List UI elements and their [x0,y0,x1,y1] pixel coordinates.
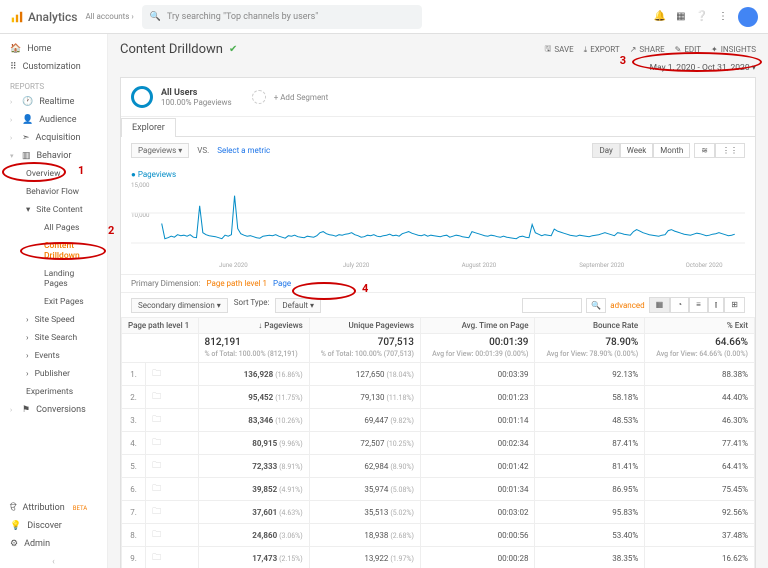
timeseries-chart: 15,000 10,000 June 2020 July 2020 August… [131,179,745,269]
view-comparison-icon[interactable]: ⫾ [708,297,725,313]
more-icon[interactable]: ⋮ [718,11,728,22]
view-percent-icon[interactable]: ◔ [670,297,689,313]
table-row[interactable]: 2.🗀 95,452 (11.75%) 79,130 (11.18%) 00:0… [122,386,755,409]
nav-audience[interactable]: ›👤 Audience [0,111,107,129]
nav-customization[interactable]: ⠿ Customization [0,58,107,76]
brand-text: Analytics [28,10,77,24]
col-unique-pv[interactable]: Unique Pageviews [309,318,420,334]
nav-conversions[interactable]: ›⚑ Conversions [0,401,107,419]
col-exit[interactable]: % Exit [645,318,755,334]
svg-text:15,000: 15,000 [131,182,150,189]
search-placeholder: Try searching "Top channels by users" [167,12,318,22]
col-pageviews[interactable]: ↓ Pageviews [198,318,309,334]
secondary-dimension[interactable]: Secondary dimension ▾ [131,298,228,313]
view-table-icon[interactable]: ▦ [649,297,671,313]
nav-site-search[interactable]: › Site Search [0,329,107,347]
save-button[interactable]: 🖫 SAVE [545,43,574,57]
export-button[interactable]: ⤓ EXPORT [584,45,620,55]
tab-explorer[interactable]: Explorer [121,118,176,137]
table-search-input[interactable] [522,298,582,313]
nav-all-pages[interactable]: All Pages [0,219,107,237]
nav-behavior[interactable]: ▾▥ Behavior [0,147,107,165]
col-bounce[interactable]: Bounce Rate [535,318,645,334]
view-performance-icon[interactable]: ≡ [689,297,708,313]
segment-all-users[interactable]: All Users100.00% Pageviews [131,86,232,108]
view-pivot-icon[interactable]: ⊞ [724,297,745,313]
nav-overview[interactable]: Overview [0,165,107,183]
nav-exit-pages[interactable]: Exit Pages [0,293,107,311]
analytics-icon [10,10,24,24]
edit-button[interactable]: ✎ EDIT [675,45,701,54]
avatar[interactable] [738,7,758,27]
reports-label: Reports [0,76,107,93]
nav-events[interactable]: › Events [0,347,107,365]
table-row[interactable]: 9.🗀 17,473 (2.15%) 13,922 (1.97%) 00:00:… [122,547,755,568]
select-metric[interactable]: Select a metric [217,146,270,155]
collapse-sidebar[interactable]: ‹ [0,553,107,568]
nav-landing-pages[interactable]: Landing Pages [0,265,107,293]
apps-icon[interactable]: ▦ [676,11,685,22]
saved-icon: ✔ [229,44,237,55]
table-row[interactable]: 4.🗀 80,915 (9.96%) 72,507 (10.25%) 00:02… [122,432,755,455]
date-range-picker[interactable]: May 1, 2020 - Oct 31, 2020 ▾ [120,63,756,73]
granularity-day[interactable]: Day [592,143,619,158]
nav-realtime[interactable]: ›🕐 Realtime [0,93,107,111]
page-title: Content Drilldown ✔ [120,42,237,57]
help-icon[interactable]: ❔ [696,11,708,22]
data-table: Page path level 1 ↓ Pageviews Unique Pag… [121,317,755,568]
table-row[interactable]: 5.🗀 72,333 (8.91%) 62,984 (8.90%) 00:01:… [122,455,755,478]
svg-text:July 2020: July 2020 [343,262,370,269]
bell-icon[interactable]: 🔔 [654,11,666,22]
segment-circle-icon [131,86,153,108]
advanced-link[interactable]: advanced [610,301,644,310]
analytics-logo[interactable]: Analytics [10,10,77,24]
granularity-month[interactable]: Month [653,143,690,158]
nav-behavior-flow[interactable]: Behavior Flow [0,183,107,201]
add-segment-button[interactable]: + Add Segment [252,90,329,104]
insights-button[interactable]: ✦ INSIGHTS [711,45,756,54]
nav-experiments[interactable]: Experiments [0,383,107,401]
table-row[interactable]: 1.🗀 136,928 (16.86%) 127,650 (18.04%) 00… [122,363,755,386]
sort-type[interactable]: Default ▾ [275,298,321,313]
svg-text:September 2020: September 2020 [579,262,625,269]
nav-publisher[interactable]: › Publisher [0,365,107,383]
search-icon: 🔍 [150,12,161,22]
search-go-button[interactable]: 🔍 [586,298,606,313]
add-circle-icon [252,90,266,104]
table-row[interactable]: 6.🗀 39,852 (4.91%) 35,974 (5.08%) 00:01:… [122,478,755,501]
share-button[interactable]: ↗ SHARE [630,45,665,54]
chart-metric-label: ● Pageviews [131,170,745,179]
col-avg-time[interactable]: Avg. Time on Page [420,318,535,334]
granularity-buttons: Day Week Month [592,143,690,158]
nav-discover[interactable]: 💡 Discover [0,517,107,535]
svg-text:June 2020: June 2020 [219,262,248,269]
nav-site-speed[interactable]: › Site Speed [0,311,107,329]
metric-select[interactable]: Pageviews ▾ [131,143,189,158]
nav-acquisition[interactable]: ›➣ Acquisition [0,129,107,147]
nav-attribution[interactable]: ੳ AttributionBETA [0,499,107,517]
nav-home[interactable]: 🏠 Home [0,40,107,58]
dim-page-path[interactable]: Page path level 1 [206,279,267,288]
search-input[interactable]: 🔍 Try searching "Top channels by users" [142,5,422,29]
dim-page[interactable]: Page [273,279,291,288]
table-row[interactable]: 8.🗀 24,860 (3.06%) 18,938 (2.68%) 00:00:… [122,524,755,547]
svg-text:October 2020: October 2020 [686,262,724,269]
nav-admin[interactable]: ⚙ Admin [0,535,107,553]
nav-content-drilldown[interactable]: Content Drilldown [0,237,107,265]
granularity-week[interactable]: Week [620,143,654,158]
chart-type-motion[interactable]: ⋮⋮ [715,143,745,158]
nav-site-content[interactable]: ▾ Site Content [0,201,107,219]
table-row[interactable]: 3.🗀 83,346 (10.26%) 69,447 (9.82%) 00:01… [122,409,755,432]
svg-text:August 2020: August 2020 [462,262,497,269]
account-picker[interactable]: All accounts › [85,13,133,21]
chart-type-toggle[interactable]: ≋ [694,143,715,158]
table-row[interactable]: 7.🗀 37,601 (4.63%) 35,513 (5.02%) 00:03:… [122,501,755,524]
